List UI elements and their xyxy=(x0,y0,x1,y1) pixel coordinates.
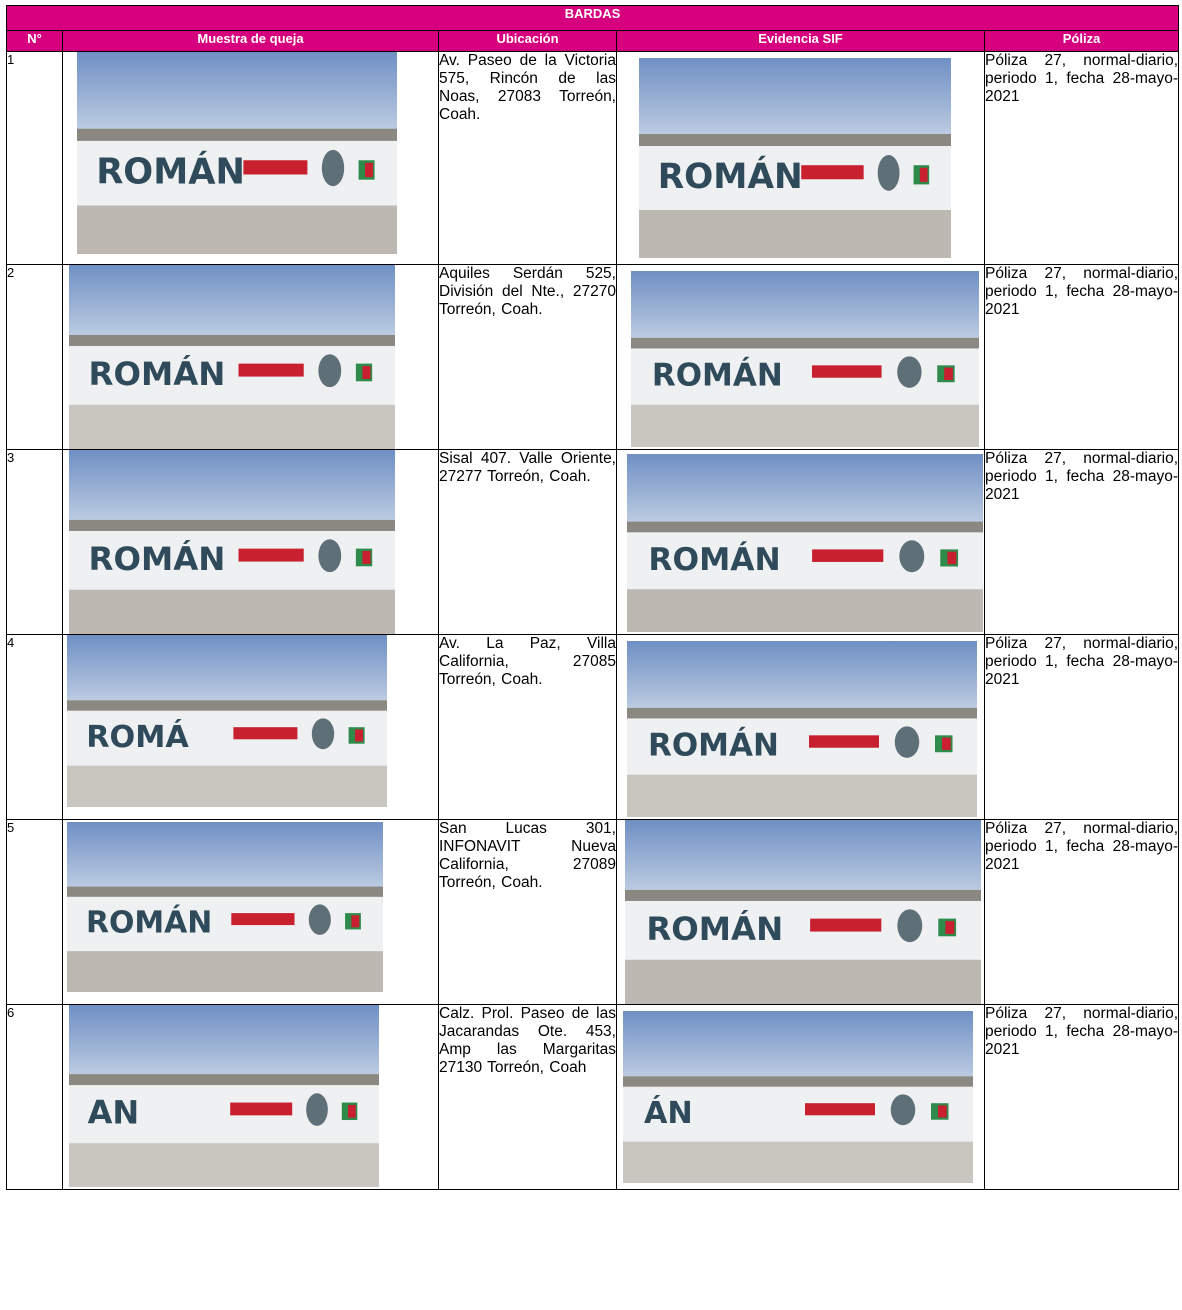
wall-lettering: ROMÁN xyxy=(89,355,226,393)
table-row: 2 ROMÁN Aquiles Serdán 525, División del… xyxy=(6,264,1180,450)
bardas-table: BARDAS N° Muestra de queja Ubicación Evi… xyxy=(5,5,1180,1190)
complaint-photo-cell: ROMÁN xyxy=(62,449,439,635)
row-number: 4 xyxy=(6,634,63,820)
wall-lettering: ROMÁN xyxy=(648,540,780,578)
header-ubicacion: Ubicación xyxy=(438,30,617,52)
location-cell: Av. La Paz, Villa California, 27085 Torr… xyxy=(438,634,617,820)
table-row: 1 ROMÁN Av. Paseo de la Victoria 575, Ri… xyxy=(6,51,1180,265)
campaign-wall-photo: ROMÁN xyxy=(627,454,983,632)
campaign-wall-photo: ROMÁN xyxy=(69,450,395,634)
complaint-photo-cell: ROMÁN xyxy=(62,264,439,450)
sif-evidence-photo: ROMÁN xyxy=(625,820,981,1004)
table-row: 4 ROMÁ Av. La Paz, Villa California, 270… xyxy=(6,634,1180,820)
location-cell: Aquiles Serdán 525, División del Nte., 2… xyxy=(438,264,617,450)
campaign-wall-photo: ROMÁN xyxy=(639,58,951,258)
sif-evidence-cell: ÁN xyxy=(616,1004,985,1190)
complaint-photo: ROMÁN xyxy=(69,265,395,449)
header-muestra-de-queja: Muestra de queja xyxy=(62,30,439,52)
sif-evidence-photo: ROMÁN xyxy=(627,454,983,632)
complaint-photo-cell: ROMÁN xyxy=(62,51,439,265)
row-number: 3 xyxy=(6,449,63,635)
complaint-photo: AN xyxy=(69,1005,379,1187)
policy-cell: Póliza 27, normal-diario, periodo 1, fec… xyxy=(983,1004,1180,1190)
sif-evidence-photo: ROMÁN xyxy=(639,58,951,258)
campaign-wall-photo: ROMÁN xyxy=(625,820,981,1004)
wall-lettering: ROMÁN xyxy=(658,156,803,197)
location-cell: Sisal 407. Valle Oriente, 27277 Torreón,… xyxy=(438,449,617,635)
wall-lettering: AN xyxy=(88,1094,140,1132)
header-numero: N° xyxy=(6,30,63,52)
complaint-photo-cell: AN xyxy=(62,1004,439,1190)
policy-cell: Póliza 27, normal-diario, periodo 1, fec… xyxy=(983,264,1180,450)
sif-evidence-cell: ROMÁN xyxy=(616,819,985,1005)
campaign-wall-photo: ROMÁN xyxy=(627,641,977,817)
table-row: 3 ROMÁN Sisal 407. Valle Oriente, 27277 … xyxy=(6,449,1180,635)
wall-lettering: ROMÁN xyxy=(648,728,779,764)
sif-evidence-cell: ROMÁN xyxy=(616,51,985,265)
header-poliza: Póliza xyxy=(983,30,1180,52)
row-number: 5 xyxy=(6,819,63,1005)
campaign-wall-photo: AN xyxy=(69,1005,379,1187)
wall-lettering: ROMÁN xyxy=(89,540,226,578)
wall-lettering: ROMÁ xyxy=(86,719,189,755)
campaign-wall-photo: ROMÁN xyxy=(77,52,397,254)
campaign-wall-photo: ROMÁ xyxy=(67,635,387,807)
complaint-photo-cell: ROMÁN xyxy=(62,819,439,1005)
row-number: 2 xyxy=(6,264,63,450)
sif-evidence-cell: ROMÁN xyxy=(616,634,985,820)
complaint-photo-cell: ROMÁ xyxy=(62,634,439,820)
complaint-photo: ROMÁN xyxy=(77,52,397,254)
header-evidencia-sif: Evidencia SIF xyxy=(616,30,985,52)
sif-evidence-cell: ROMÁN xyxy=(616,449,985,635)
wall-lettering: ROMÁN xyxy=(96,151,245,193)
policy-cell: Póliza 27, normal-diario, periodo 1, fec… xyxy=(983,819,1180,1005)
campaign-wall-photo: ÁN xyxy=(623,1011,973,1183)
campaign-wall-photo: ROMÁN xyxy=(69,265,395,449)
complaint-photo: ROMÁN xyxy=(69,450,395,634)
wall-lettering: ROMÁN xyxy=(86,905,212,941)
wall-lettering: ROMÁN xyxy=(646,910,783,948)
row-number: 6 xyxy=(6,1004,63,1190)
row-number: 1 xyxy=(6,51,63,265)
table-row: 6 AN Calz. Prol. Paseo de las Jacarandas… xyxy=(6,1004,1180,1190)
policy-cell: Póliza 27, normal-diario, periodo 1, fec… xyxy=(983,634,1180,820)
sif-evidence-photo: ROMÁN xyxy=(627,641,977,817)
complaint-photo: ROMÁ xyxy=(67,635,387,807)
wall-lettering: ROMÁN xyxy=(652,358,783,394)
complaint-photo: ROMÁN xyxy=(67,822,383,992)
sif-evidence-cell: ROMÁN xyxy=(616,264,985,450)
table-title: BARDAS xyxy=(5,5,1180,31)
table-row: 5 ROMÁN San Lucas 301, INFONAVIT Nueva C… xyxy=(6,819,1180,1005)
policy-cell: Póliza 27, normal-diario, periodo 1, fec… xyxy=(983,449,1180,635)
campaign-wall-photo: ROMÁN xyxy=(67,822,383,992)
policy-cell: Póliza 27, normal-diario, periodo 1, fec… xyxy=(983,51,1180,265)
sif-evidence-photo: ÁN xyxy=(623,1011,973,1183)
sif-evidence-photo: ROMÁN xyxy=(631,271,979,447)
wall-lettering: ÁN xyxy=(644,1095,693,1131)
campaign-wall-photo: ROMÁN xyxy=(631,271,979,447)
location-cell: Av. Paseo de la Victoria 575, Rincón de … xyxy=(438,51,617,265)
location-cell: Calz. Prol. Paseo de las Jacarandas Ote.… xyxy=(438,1004,617,1190)
location-cell: San Lucas 301, INFONAVIT Nueva Californi… xyxy=(438,819,617,1005)
